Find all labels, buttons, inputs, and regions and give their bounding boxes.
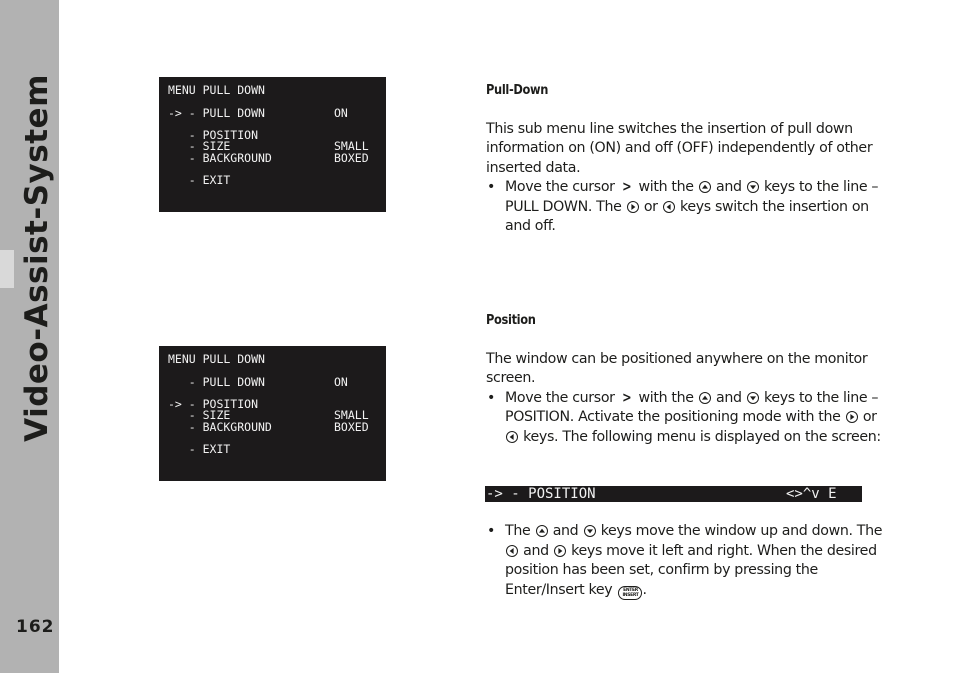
instruction-bullet: • Move the cursor > with the and keys to… bbox=[487, 389, 881, 445]
screen-line-pull-down: -> - PULL DOWN bbox=[168, 106, 265, 120]
up-key-icon bbox=[698, 181, 711, 193]
right-key-icon bbox=[845, 411, 858, 423]
section-paragraph: This sub menu line switches the insertio… bbox=[486, 120, 873, 176]
bullet-dot: • bbox=[487, 389, 496, 406]
section-position: Position The window can be positioned an… bbox=[486, 311, 886, 447]
section-heading: Pull-Down bbox=[486, 83, 549, 98]
left-key-icon bbox=[662, 200, 675, 213]
cursor-icon: > bbox=[621, 179, 632, 195]
chapter-title: Video-Assist-System bbox=[19, 74, 55, 442]
right-key-icon bbox=[554, 544, 566, 557]
screen-line-pull-down: - PULL DOWN bbox=[168, 375, 265, 389]
screen-value-pull-down: ON bbox=[334, 106, 348, 120]
up-key-icon bbox=[535, 525, 548, 537]
enter-insert-key-icon: ENTER INSERT bbox=[618, 585, 643, 600]
instruction-bullet: • The and keys move the window up and do… bbox=[487, 523, 883, 600]
down-key-icon bbox=[583, 525, 596, 537]
screen-value-pull-down: ON bbox=[334, 375, 348, 389]
screen-line-title: MENU PULL DOWN bbox=[168, 352, 265, 366]
left-key-icon bbox=[506, 544, 518, 557]
down-key-icon bbox=[746, 181, 759, 193]
screen-line-background: - BACKGROUND bbox=[168, 420, 272, 434]
cursor-icon: > bbox=[621, 389, 632, 406]
screen-line-background: - BACKGROUND bbox=[168, 151, 272, 165]
section-paragraph: The window can be positioned anywhere on… bbox=[486, 350, 868, 387]
menu-screen-pull-down: MENU PULL DOWN -> - PULL DOWN ON - POSIT… bbox=[159, 77, 386, 212]
menu-screen-position: MENU PULL DOWN - PULL DOWN ON -> - POSIT… bbox=[159, 346, 386, 481]
screen-line-exit: - EXIT bbox=[168, 173, 231, 187]
sidebar: Video-Assist-System 162 bbox=[0, 0, 59, 673]
right-key-icon bbox=[626, 200, 639, 213]
left-key-icon bbox=[506, 430, 518, 443]
section-pull-down: Pull-Down This sub menu line switches th… bbox=[486, 81, 886, 237]
screen-value-background: BOXED bbox=[334, 420, 369, 434]
bullet-dot: • bbox=[487, 179, 496, 195]
up-key-icon bbox=[698, 391, 711, 404]
position-bar-label: -> - POSITION bbox=[486, 486, 596, 502]
sidebar-tab-marker bbox=[0, 250, 14, 288]
section-heading: Position bbox=[486, 313, 536, 328]
screen-value-background: BOXED bbox=[334, 151, 369, 165]
position-mode-bar: -> - POSITION <>^v E bbox=[485, 486, 862, 502]
down-key-icon bbox=[746, 391, 759, 404]
bullet-dot: • bbox=[487, 523, 496, 539]
page-number: 162 bbox=[16, 617, 55, 637]
screen-line-title: MENU PULL DOWN bbox=[168, 83, 265, 97]
section-position-continued: • The and keys move the window up and do… bbox=[486, 522, 886, 600]
screen-line-exit: - EXIT bbox=[168, 442, 231, 456]
instruction-bullet: • Move the cursor > with the and keys to… bbox=[487, 179, 879, 234]
position-bar-keys: <>^v E bbox=[786, 486, 837, 502]
